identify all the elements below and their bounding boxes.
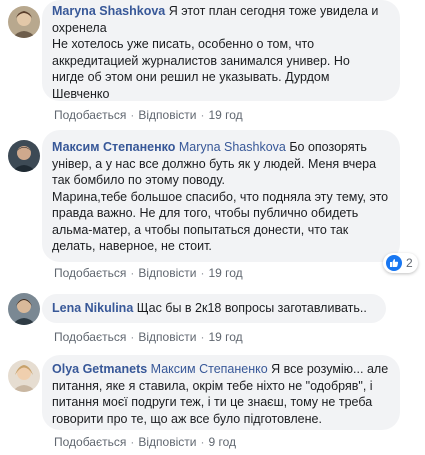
avatar[interactable]: [8, 293, 40, 325]
mention-link[interactable]: Максим Степаненко: [151, 362, 268, 376]
comment-text-line: Шевченко: [52, 86, 110, 101]
comment-text-line: питання моєї подруги теж, і ти це знаєш,…: [52, 395, 373, 409]
comment-text-line: охренела: [52, 20, 107, 35]
comment-author[interactable]: Максим Степаненко: [52, 140, 175, 154]
comment-text-line: універ, а у нас все должно буть як у люд…: [52, 156, 377, 171]
avatar[interactable]: [8, 6, 40, 38]
like-link[interactable]: Подобається: [54, 108, 126, 122]
reply-link[interactable]: Відповісти: [138, 435, 196, 449]
mention-link[interactable]: Maryna Shashkova: [179, 140, 286, 154]
comment-text-line: правда важно. Не для того, чтобы публичн…: [52, 206, 359, 220]
comment-actions: Подобається · Відповісти · 19 год: [54, 108, 243, 122]
comment-author[interactable]: Lena Nikulina: [52, 301, 133, 315]
comment-text: Бо опозорять: [285, 140, 367, 154]
comment-text: Я все розумію... але: [267, 362, 389, 376]
avatar[interactable]: [8, 360, 40, 392]
comment-text: Я этот план сегодня тоже увидела и: [165, 4, 379, 18]
comment-time[interactable]: 19 год: [208, 330, 242, 344]
reply-link[interactable]: Відповісти: [138, 330, 196, 344]
comment-time[interactable]: 9 год: [208, 435, 236, 449]
comment-text-line: альма-матер, а чтобы попытаться донести,…: [52, 222, 349, 237]
comment-actions: Подобається · Відповісти · 19 год: [54, 330, 243, 344]
reactions-count: 2: [406, 256, 413, 270]
reply-link[interactable]: Відповісти: [138, 108, 196, 122]
comment-text-line: Марина,тебе большое спасибо, что подняла…: [52, 189, 389, 204]
reactions-badge[interactable]: 2: [383, 253, 418, 273]
comment-bubble: Lena Nikulina Щас бы в 2к18 вопросы заго…: [42, 294, 386, 323]
comment-text-line: аккредитацией журналистов занимался унив…: [52, 53, 350, 68]
comment-text-line: питання, яке я ставила, окрім тебе ніхто…: [52, 378, 373, 393]
thumbs-up-icon: [386, 255, 402, 271]
comment-time[interactable]: 19 год: [208, 108, 242, 122]
comment-text-line: делать, наверное, не стоит.: [52, 239, 212, 253]
comment-text-line: Не хотелось уже писать, особенно о том, …: [52, 37, 315, 51]
comment-actions: Подобається · Відповісти · 19 год: [54, 266, 243, 280]
comment-time[interactable]: 19 год: [208, 266, 242, 280]
comment-text-line: нигде об этом они решил не указывать. Ду…: [52, 70, 330, 84]
comment-actions: Подобається · Відповісти · 9 год: [54, 435, 236, 449]
comment-text-line: так бомбило по этому поводу.: [52, 173, 225, 187]
like-link[interactable]: Подобається: [54, 266, 126, 280]
comment-author[interactable]: Maryna Shashkova: [52, 4, 165, 18]
comment-text-line: говорити про те, що аж все було підготов…: [52, 411, 322, 426]
comment-text: Щас бы в 2к18 вопросы заготавливать..: [133, 301, 367, 315]
comment-bubble: Maryna Shashkova Я этот план сегодня тож…: [42, 0, 400, 101]
comment-author[interactable]: Olya Getmanets: [52, 362, 147, 376]
like-link[interactable]: Подобається: [54, 435, 126, 449]
like-link[interactable]: Подобається: [54, 330, 126, 344]
avatar[interactable]: [8, 140, 40, 172]
comment-bubble: Максим Степаненко Maryna Shashkova Бо оп…: [42, 130, 400, 262]
reply-link[interactable]: Відповісти: [138, 266, 196, 280]
comment-bubble: Olya Getmanets Максим Степаненко Я все р…: [42, 355, 400, 430]
